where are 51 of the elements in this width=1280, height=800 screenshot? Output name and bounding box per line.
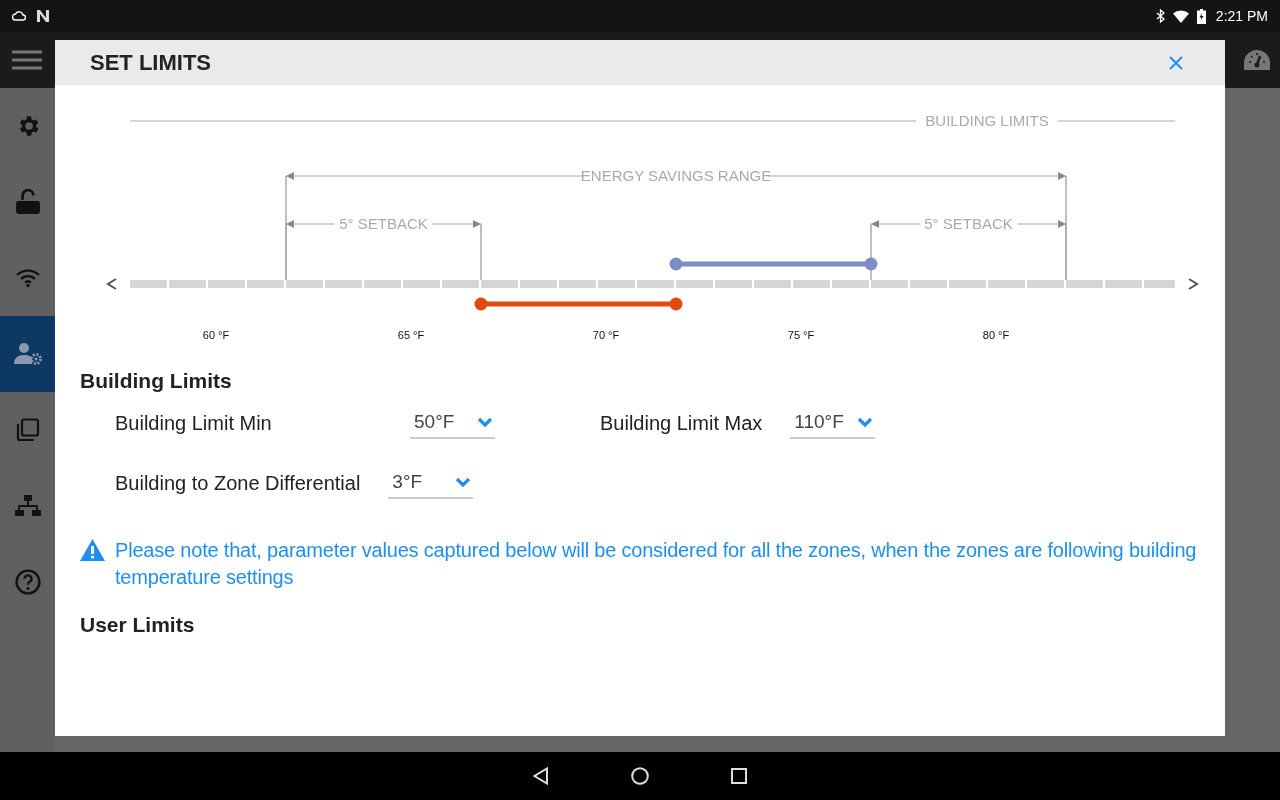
field-label: Building to Zone Differential [115,471,361,495]
chevron-down-icon [857,417,874,427]
temperature-dropdown[interactable]: 3°F [388,467,474,499]
temperature-dropdown[interactable]: 50°F [410,407,495,439]
range-bar[interactable] [669,257,878,271]
battery-icon [1196,8,1206,24]
n-logo-icon [36,9,50,23]
chevron-down-icon [477,417,493,427]
unlocked-padlock-icon [14,189,41,215]
close-icon [1169,55,1183,70]
wifi-icon [1172,9,1189,23]
section-heading: User Limits [80,613,196,637]
copy-icon [15,418,40,442]
temperature-dropdown[interactable]: 110°F [790,407,876,439]
section-heading: Building Limits [80,369,233,393]
warning-icon [80,539,105,561]
home-button[interactable] [631,767,649,785]
dimension-label: ENERGY SAVINGS RANGE [580,167,772,184]
gauge-icon [1244,50,1270,70]
help-icon [14,569,41,595]
tick-label: 60 °F [202,329,230,341]
clock-time: 2:21 PM [1215,8,1268,24]
chevron-right-icon[interactable] [1188,278,1199,290]
building-limits-label: BUILDING LIMITS [925,112,1049,129]
dimension-label: 5° SETBACK [924,215,1013,232]
tick-label: 65 °F [397,329,425,341]
recents-square-icon [731,768,747,784]
network-icon [14,495,41,517]
sidebar-item[interactable] [0,316,55,392]
range-bar[interactable] [474,297,683,311]
menu-icon [12,50,42,70]
notice-text: Please note that, parameter values captured below will be considered for all the zones, when the zones are following building temperature settings [115,538,1198,590]
tick-label: 80 °F [982,329,1010,341]
wifi-icon [15,269,40,287]
dialog-title: SET LIMITS [90,49,211,76]
cloud-icon [12,11,26,21]
menu-button[interactable] [12,50,42,70]
recents-button[interactable] [731,768,747,784]
field-label: Building Limit Max [600,411,763,435]
tick-label: 75 °F [787,329,815,341]
field-label: Building Limit Min [115,411,273,435]
tick-label: 70 °F [592,329,620,341]
dimension-label: 5° SETBACK [339,215,428,232]
back-button[interactable] [533,767,549,785]
user-gear-icon [13,342,42,366]
chevron-left-icon[interactable] [106,278,117,290]
dashboard-button[interactable] [1244,50,1270,70]
home-circle-icon [631,767,649,785]
back-triangle-icon [533,767,549,785]
bluetooth-icon [1155,9,1165,23]
chevron-down-icon [455,477,472,487]
